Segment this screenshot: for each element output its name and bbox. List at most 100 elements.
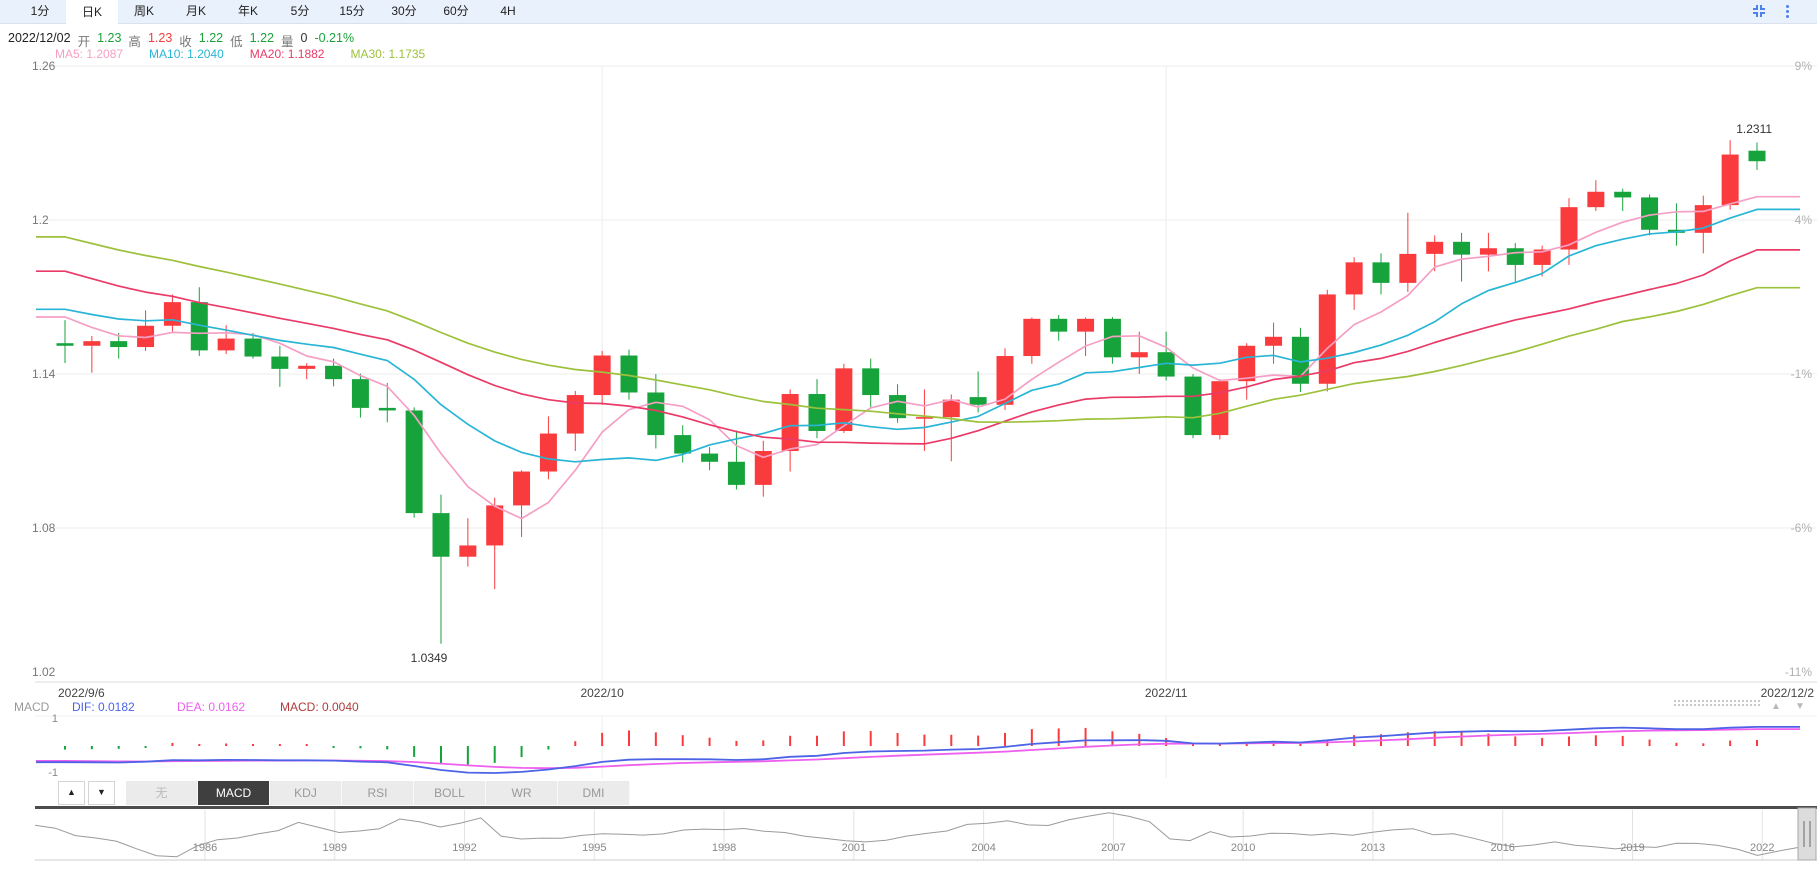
candle[interactable] (351, 379, 369, 408)
period-tab-1分[interactable]: 1分 (14, 0, 66, 23)
ma-value: MA20: 1.1882 (249, 47, 325, 61)
date-axis-label: 2022/9/6 (58, 686, 105, 700)
candle[interactable] (1560, 207, 1578, 250)
main-chart[interactable]: 1.26 9% 1.2 4% 1.14 -1% 1.08 -6% 1.02 -11% 1.0349 1… (0, 0, 1817, 869)
period-tabs: 1分 日K 周K 月K 年K 5分 15分 30分 60分 4H (0, 0, 1817, 27)
indicator-tab-WR[interactable]: WR (486, 781, 558, 805)
candle[interactable] (674, 435, 692, 454)
candle[interactable] (1023, 318, 1041, 357)
candle[interactable] (1265, 336, 1283, 346)
candle[interactable] (862, 368, 880, 396)
candle[interactable] (781, 394, 799, 451)
indicator-up-button[interactable]: ▲ (58, 781, 85, 805)
candle[interactable] (969, 397, 987, 405)
nav-year-label: 1998 (712, 842, 736, 854)
period-tab-月K[interactable]: 月K (170, 0, 222, 23)
ma-value: MA5: 1.2087 (55, 47, 124, 61)
candle[interactable] (244, 338, 262, 357)
indicator-down-button[interactable]: ▼ (88, 781, 115, 805)
ma10-line (36, 208, 1800, 463)
candle[interactable] (405, 410, 423, 514)
candle[interactable] (1479, 248, 1497, 255)
period-tab-周K[interactable]: 周K (118, 0, 170, 23)
candle[interactable] (1050, 318, 1068, 332)
candle[interactable] (1399, 253, 1417, 283)
candle[interactable] (217, 338, 235, 351)
period-tab-15分[interactable]: 15分 (326, 0, 378, 23)
candle[interactable] (1426, 241, 1444, 254)
topbar-icons (1752, 4, 1789, 18)
candle[interactable] (56, 343, 74, 346)
period-tab-60分[interactable]: 60分 (430, 0, 482, 23)
candle[interactable] (1506, 248, 1524, 265)
candle[interactable] (701, 453, 719, 462)
price-axis-label: 1.02 (32, 665, 56, 679)
candle[interactable] (271, 356, 289, 369)
dea-line (36, 728, 1800, 770)
candle[interactable] (298, 365, 316, 369)
candle[interactable] (513, 471, 531, 506)
nav-year-label: 2001 (842, 842, 866, 854)
candle[interactable] (593, 355, 611, 396)
period-tab-30分[interactable]: 30分 (378, 0, 430, 23)
candle[interactable] (1077, 318, 1095, 332)
price-axis-label: 1.14 (32, 367, 56, 381)
low-price-annotation: 1.0349 (411, 651, 448, 665)
candle[interactable] (1453, 241, 1471, 255)
candle[interactable] (1372, 262, 1390, 283)
candle[interactable] (1211, 381, 1229, 436)
macd-row-label: MACD: 0.0040 (280, 700, 359, 714)
price-axis-label: 1.2 (32, 213, 49, 227)
candle[interactable] (486, 505, 504, 546)
candle[interactable] (110, 341, 128, 348)
zoom-in-arrow: ▲ (1771, 701, 1781, 712)
candle[interactable] (942, 399, 960, 418)
indicator-tab-KDJ[interactable]: KDJ (270, 781, 342, 805)
candle[interactable] (1587, 191, 1605, 208)
indicator-tab-BOLL[interactable]: BOLL (414, 781, 486, 805)
candle[interactable] (1748, 150, 1766, 162)
ma5-line (36, 195, 1800, 520)
nav-range-handle[interactable] (1797, 807, 1817, 861)
candle[interactable] (647, 392, 665, 436)
indicator-tab-无[interactable]: 无 (126, 781, 198, 805)
nav-year-label: 2022 (1750, 842, 1774, 854)
candle[interactable] (163, 302, 181, 326)
candle[interactable] (1614, 191, 1632, 198)
nav-year-label: 1986 (193, 842, 217, 854)
indicator-tabs: 无 MACD KDJ RSI BOLL WR DMI (126, 781, 630, 805)
candle[interactable] (996, 356, 1014, 405)
indicator-tab-MACD[interactable]: MACD (198, 781, 270, 805)
period-tab-年K[interactable]: 年K (222, 0, 274, 23)
nav-year-label: 1989 (323, 842, 347, 854)
period-tab-4H[interactable]: 4H (482, 0, 534, 23)
candle[interactable] (432, 513, 450, 557)
macd-row-label: DIF: 0.0182 (72, 700, 135, 714)
candle[interactable] (459, 545, 477, 557)
navigator-top-border (35, 806, 1817, 809)
candle[interactable] (539, 433, 557, 472)
candle[interactable] (1130, 352, 1148, 358)
candle[interactable] (1184, 376, 1202, 436)
candle[interactable] (1238, 345, 1256, 382)
nav-year-label: 2013 (1361, 842, 1385, 854)
kebab-menu-icon[interactable] (1786, 4, 1789, 18)
indicator-tab-DMI[interactable]: DMI (558, 781, 630, 805)
candle[interactable] (1345, 262, 1363, 295)
nav-year-label: 1992 (452, 842, 476, 854)
candle[interactable] (378, 407, 396, 411)
exit-fullscreen-icon[interactable] (1752, 4, 1766, 18)
period-tab-日K[interactable]: 日K (66, 0, 118, 27)
indicator-bar: ▲ ▼ 无 MACD KDJ RSI BOLL WR DMI (0, 781, 1817, 806)
candle[interactable] (566, 395, 584, 434)
period-tab-5分[interactable]: 5分 (274, 0, 326, 23)
candle[interactable] (727, 461, 745, 485)
nav-sparkline (34, 812, 1799, 858)
indicator-tab-RSI[interactable]: RSI (342, 781, 414, 805)
candle[interactable] (1721, 154, 1739, 206)
candle[interactable] (83, 341, 101, 346)
date-axis-label: 2022/10 (580, 686, 624, 700)
candle[interactable] (325, 365, 343, 380)
percent-axis-label: -11% (1785, 665, 1812, 679)
percent-axis-label: 4% (1795, 213, 1813, 227)
